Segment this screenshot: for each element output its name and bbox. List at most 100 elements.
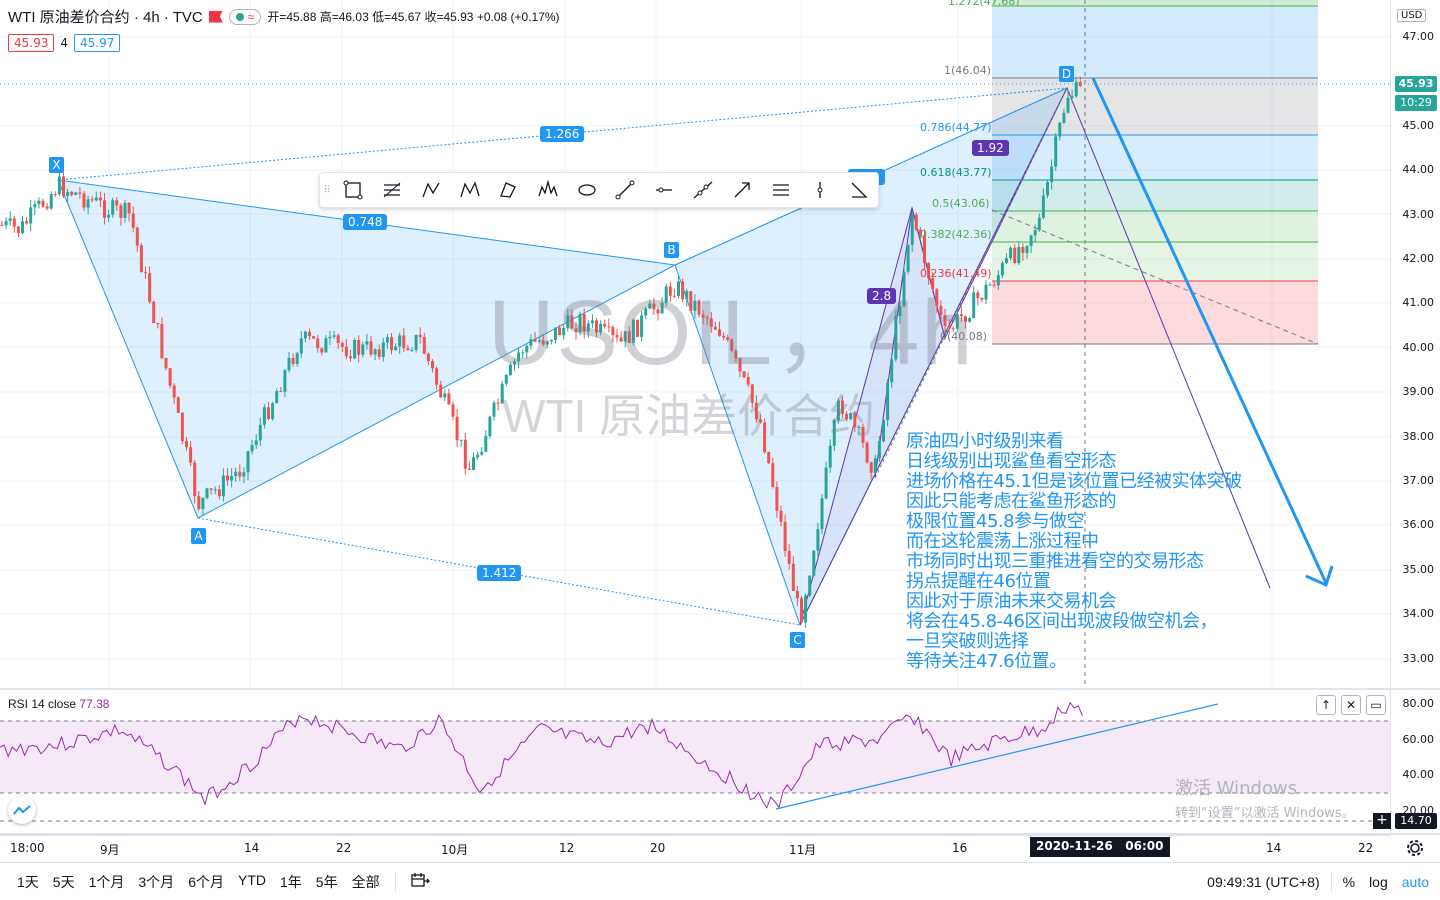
time-tick-label: 18:00 [10,841,45,855]
time-tick-label: 20 [650,841,666,855]
price-tick-label: 35.00 [1402,562,1435,576]
note-line: 一旦突破则选择 [906,631,1029,652]
fib-label-1272: 1.272(47.68) [948,0,1020,8]
horizontal-ray-icon[interactable] [645,173,684,207]
note-line: 市场同时出现三重推进看空的交易形态 [906,551,1204,572]
rsi-tick-label: 60.00 [1402,733,1435,746]
fib-label-0786: 0.786(44.77) [920,121,992,134]
analysis-note[interactable]: 原油四小时级别来看 日线级别出现鲨鱼看空形态 进场价格在45.1但是该位置已经被实体… [906,432,1346,672]
rsi-low-tag: 14.70 [1395,813,1437,829]
range-button[interactable]: 1天 [10,872,46,892]
crosshair-time-label: 2020-11-26 06:00 [1030,837,1170,857]
symbol-title[interactable]: WTI 原油差价合约 · 4h · TVC [8,6,203,27]
note-line: 将会在45.8-46区间出现波段做空机会， [906,611,1217,632]
point-d-label[interactable]: D [1059,66,1074,82]
range-button[interactable]: 全部 [345,872,387,892]
point-c-label[interactable]: C [790,632,805,648]
log-toggle[interactable]: log [1362,874,1395,890]
time-tick-label: 22 [336,841,352,855]
time-tick-label: 16 [952,841,968,855]
bar-countdown: 10:29 [1395,95,1437,111]
settings-gear-icon[interactable] [1405,838,1429,858]
close-pane-icon[interactable]: ✕ [1341,695,1361,715]
flag-icon[interactable] [208,10,223,23]
point-x-label[interactable]: X [49,157,64,173]
last-price-tag: 45.93 [1395,76,1437,92]
add-indicator-icon[interactable]: + [1373,813,1391,829]
percent-toggle[interactable]: % [1336,874,1362,890]
rsi-scale[interactable]: 80.00 60.00 40.00 20.00 [1390,690,1440,833]
range-button[interactable]: 1年 [273,872,309,892]
time-tick-label: 12 [559,841,575,855]
fib-label-1: 1(46.04) [944,64,992,77]
price-pane[interactable]: USOIL，4h WTI 原油差价合约 WTI 原油差价合约 · 4h · TV… [0,0,1390,688]
ratio-bd[interactable]: 1.92 [972,140,1009,156]
ellipse-tool-icon[interactable] [567,173,606,207]
range-button[interactable]: 3个月 [131,872,181,892]
bid-ask: 45.93 4 45.97 [8,34,121,52]
note-line: 原油四小时级别来看 [906,431,1064,452]
price-tick-label: 36.00 [1402,518,1435,532]
arrow-tool-icon[interactable] [723,173,762,207]
rsi-tick-label: 80.00 [1402,697,1435,710]
fib-retracement[interactable] [991,0,1319,345]
activation-subtitle: 转到“设置”以激活 Windows。 [1175,806,1355,821]
rsi-label: RSI 14 close [8,697,77,711]
price-tick-label: 37.00 [1402,474,1435,487]
symbol-legend: WTI 原油差价合约 · 4h · TVC ≈ 开=45.88 高=46.03 … [8,6,560,27]
fib-tool-icon[interactable] [373,173,412,207]
price-tick-label: 34.00 [1402,607,1435,621]
range-button[interactable]: YTD [231,872,273,892]
vertical-line-icon[interactable] [800,173,839,207]
time-axis[interactable]: 18:00 9月 14 22 10月 12 20 11月 16 14 22 2020-11-26 0… [0,835,1390,859]
clock-timezone[interactable]: 09:49:31 (UTC+8) [1200,874,1326,890]
range-button[interactable]: 5年 [309,872,345,892]
ratio-bc[interactable]: 2.8 [867,288,897,304]
ohlc-values: 开=45.88 高=46.03 低=45.67 收=45.93 +0.08 (+… [267,10,560,24]
xabcd-pattern-icon[interactable] [451,173,490,207]
price-tick-label: 33.00 [1402,651,1435,665]
move-up-icon[interactable]: ↑ [1316,695,1336,715]
fib-label-0618: 0.618(43.77) [920,166,992,179]
price-tick-label: 45.00 [1402,118,1435,132]
spread-value: 4 [60,36,68,50]
auto-toggle[interactable]: auto [1395,874,1436,890]
currency-label[interactable]: USD [1397,9,1427,22]
angle-tool-icon[interactable] [839,173,878,207]
tradingview-logo-icon[interactable] [8,796,36,824]
pattern-drawing-toolbar[interactable]: ⠿ [319,172,879,208]
note-line: 等待关注47.6位置。 [906,651,1067,672]
date-range-buttons: 1天 5天 1个月 3个月 6个月 YTD 1年 5年 全部 [10,872,387,892]
ratio-xb[interactable]: 0.748 [343,214,388,230]
fib-label-0382: 0.382(42.36) [920,228,992,241]
ask-price[interactable]: 45.97 [74,34,121,52]
parallel-channel-icon[interactable] [761,173,800,207]
drag-handle-icon[interactable]: ⠿ [320,185,334,196]
rsi-legend[interactable]: RSI 14 close 77.38 [8,697,109,711]
bid-price[interactable]: 45.93 [8,34,55,52]
market-status-pill[interactable]: ≈ [228,8,262,25]
cypher-pattern-icon[interactable] [489,173,528,207]
goto-date-icon[interactable] [404,871,436,892]
note-line: 因此对于原油未来交易机会 [906,591,1117,612]
ratio-ac[interactable]: 1.412 [477,565,522,581]
price-tick-label: 42.00 [1402,252,1435,265]
price-tick-label: 43.00 [1402,207,1435,221]
point-b-label[interactable]: B [664,242,679,258]
price-tick-label: 39.00 [1402,385,1435,399]
range-button[interactable]: 5天 [46,872,82,892]
trend-line-icon[interactable] [606,173,645,207]
rectangle-tool-icon[interactable] [334,173,373,207]
range-button[interactable]: 1个月 [82,872,132,892]
time-tick-label: 9月 [100,843,120,857]
abcd-pattern-icon[interactable] [412,173,451,207]
extended-line-icon[interactable] [684,173,723,207]
fib-label-05: 0.5(43.06) [932,197,990,210]
time-tick-label: 14 [1266,841,1282,855]
point-a-label[interactable]: A [191,528,206,544]
ratio-xd[interactable]: 1.266 [540,126,585,142]
maximize-pane-icon[interactable]: ▭ [1366,695,1386,715]
range-button[interactable]: 6个月 [181,872,231,892]
fib-label-0236: 0.236(41.49) [920,267,992,280]
head-shoulders-icon[interactable] [528,173,567,207]
